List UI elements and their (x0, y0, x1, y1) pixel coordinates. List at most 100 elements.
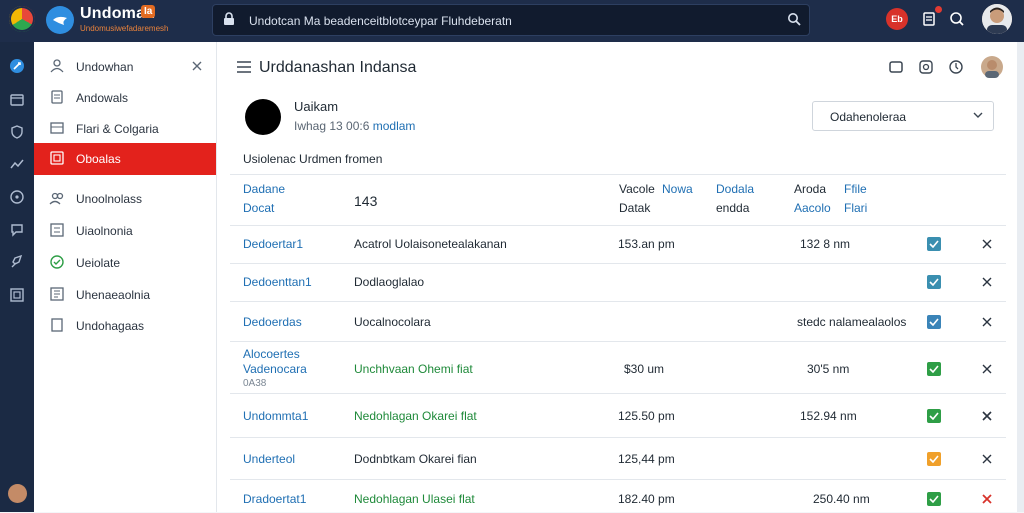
profile-avatar (245, 99, 281, 135)
row-checkbox[interactable] (927, 362, 941, 376)
header-col4-line1[interactable]: Dodala (716, 180, 754, 199)
row-value2: 152.94 nm (800, 409, 857, 423)
table-row[interactable]: Underteol Dodnbtkam Okarei fian 125,44 p… (230, 437, 1006, 480)
alert-badge-label: Eb (891, 14, 903, 24)
help-icon[interactable] (946, 8, 968, 30)
header-col1-line1[interactable]: Dadane (243, 180, 285, 199)
row-checkbox[interactable] (927, 452, 941, 466)
table-row[interactable]: Alocoertes Vadenocara 0A38 Unchhvaan Ohe… (230, 341, 1006, 394)
header-col3b[interactable]: Nowa (662, 180, 693, 199)
alert-badge-icon[interactable]: Eb (886, 8, 908, 30)
remove-icon[interactable] (981, 453, 993, 465)
header-col5-line2[interactable]: Aacolo (794, 199, 831, 218)
table-row[interactable]: Dradoertat1 Nedohlagan Ulasei flat 182.4… (230, 479, 1006, 513)
sidebar-item-andowals[interactable]: Andowals (34, 82, 216, 112)
refresh-icon[interactable] (918, 59, 934, 75)
doc-lines-icon (50, 287, 64, 301)
folder-icon (50, 122, 64, 134)
close-icon[interactable] (190, 59, 204, 73)
sidebar-item-undohagaas[interactable]: Undohagaas (34, 310, 216, 340)
row-id-line2[interactable]: Vadenocara (243, 362, 307, 376)
row-id[interactable]: Dradoertat1 (243, 492, 306, 506)
sidebar-item-ueiolate[interactable]: Ueiolate (34, 247, 216, 277)
sidebar-item-label: Undohagaas (76, 319, 145, 333)
chart-icon[interactable] (9, 156, 25, 172)
sidebar: Undowhan Andowals Flari & Colgaria Oboal… (34, 42, 217, 512)
header-col3-line2[interactable]: Datak (619, 199, 650, 218)
menu-icon[interactable] (237, 61, 251, 73)
sidebar-item-label: Undowhan (76, 60, 134, 74)
remove-icon[interactable] (981, 363, 993, 375)
row-id[interactable]: Alocoertes (243, 347, 300, 361)
scrollbar[interactable] (1017, 42, 1024, 512)
sidebar-item-label: Flari & Colgaria (76, 122, 159, 136)
chat-icon[interactable] (9, 222, 25, 238)
row-id-sub: 0A38 (243, 378, 267, 389)
sidebar-item-label: Uhenaeaolnia (76, 288, 151, 302)
row-desc: Unchhvaan Ohemi fiat (354, 362, 473, 376)
row-id[interactable]: Undommta1 (243, 409, 308, 423)
layers-icon[interactable] (9, 287, 25, 303)
window-icon[interactable] (888, 59, 904, 75)
table-row[interactable]: Undommta1 Nedohlagan Okarei flat 125.50 … (230, 393, 1006, 438)
row-checkbox[interactable] (927, 315, 941, 329)
row-checkbox[interactable] (927, 492, 941, 506)
sidebar-item-flari-colgaria[interactable]: Flari & Colgaria (34, 113, 216, 143)
sidebar-item-unoolnolass[interactable]: Unoolnolass (34, 183, 216, 213)
notification-dot (935, 6, 942, 13)
sidebar-item-label: Unoolnolass (76, 192, 143, 206)
icon-rail (0, 42, 34, 512)
remove-icon[interactable] (981, 493, 993, 505)
row-id[interactable]: Dedoenttan1 (243, 275, 312, 289)
lock-icon (224, 12, 234, 25)
rail-avatar[interactable] (8, 484, 27, 503)
page-icon (51, 318, 63, 332)
header-col1-line2[interactable]: Docat (243, 199, 274, 218)
header-col6-line1[interactable]: Ffile (844, 180, 867, 199)
row-value: $30 um (624, 362, 665, 376)
row-desc: Nedohlagan Ulasei flat (354, 492, 475, 506)
search-input[interactable] (247, 9, 771, 33)
sidebar-item-oboalas[interactable]: Oboalas (34, 143, 216, 175)
sidebar-item-undowhan[interactable]: Undowhan (34, 51, 216, 81)
table-row[interactable]: Dedoenttan1 Dodlaoglalao (230, 263, 1006, 302)
clock-icon[interactable] (948, 59, 964, 75)
shield-icon[interactable] (9, 124, 25, 140)
brand-subtitle: Undomusiwefadaremesh (80, 24, 169, 33)
header-col5-line1[interactable]: Aroda (794, 180, 826, 199)
brand-bird-icon[interactable] (46, 6, 74, 34)
row-checkbox[interactable] (927, 409, 941, 423)
remove-icon[interactable] (981, 410, 993, 422)
header-avatar[interactable] (981, 56, 1003, 78)
search-icon[interactable] (787, 12, 801, 26)
header-col4-line2[interactable]: endda (716, 199, 749, 218)
header-count: 143 (354, 193, 378, 209)
profile-meta-link[interactable]: modlam (373, 119, 416, 133)
address-search-bar[interactable] (212, 4, 810, 36)
row-value2: stedc nalamealaolos (797, 315, 907, 329)
box-icon[interactable] (9, 92, 25, 108)
row-checkbox[interactable] (927, 275, 941, 289)
grid-icon (50, 151, 64, 165)
launch-icon[interactable] (9, 254, 25, 270)
filter-dropdown[interactable]: Odahenoleraa (812, 101, 994, 131)
table-row[interactable]: Dedoerdas Uocalnocolara stedc nalamealao… (230, 301, 1006, 342)
header-col6-line2[interactable]: Flari (844, 199, 867, 218)
brand-badge: Ia (141, 5, 156, 18)
table-row[interactable]: Dedoertar1 Acatrol Uolaisonetealakanan 1… (230, 225, 1006, 264)
compass-icon[interactable] (9, 189, 25, 205)
remove-icon[interactable] (981, 238, 993, 250)
row-id[interactable]: Dedoerdas (243, 315, 302, 329)
row-id[interactable]: Underteol (243, 452, 295, 466)
rocket-icon[interactable] (9, 58, 25, 74)
sidebar-item-uiaolnonia[interactable]: Uiaolnonia (34, 215, 216, 245)
row-checkbox[interactable] (927, 237, 941, 251)
sidebar-item-uhenaeaolnia[interactable]: Uhenaeaolnia (34, 279, 216, 309)
header-col3-line1[interactable]: Vacole (619, 180, 655, 199)
remove-icon[interactable] (981, 276, 993, 288)
notification-icon[interactable] (918, 6, 942, 30)
user-avatar[interactable] (982, 4, 1012, 34)
remove-icon[interactable] (981, 316, 993, 328)
app-logo-icon[interactable] (9, 6, 35, 32)
row-id[interactable]: Dedoertar1 (243, 237, 303, 251)
